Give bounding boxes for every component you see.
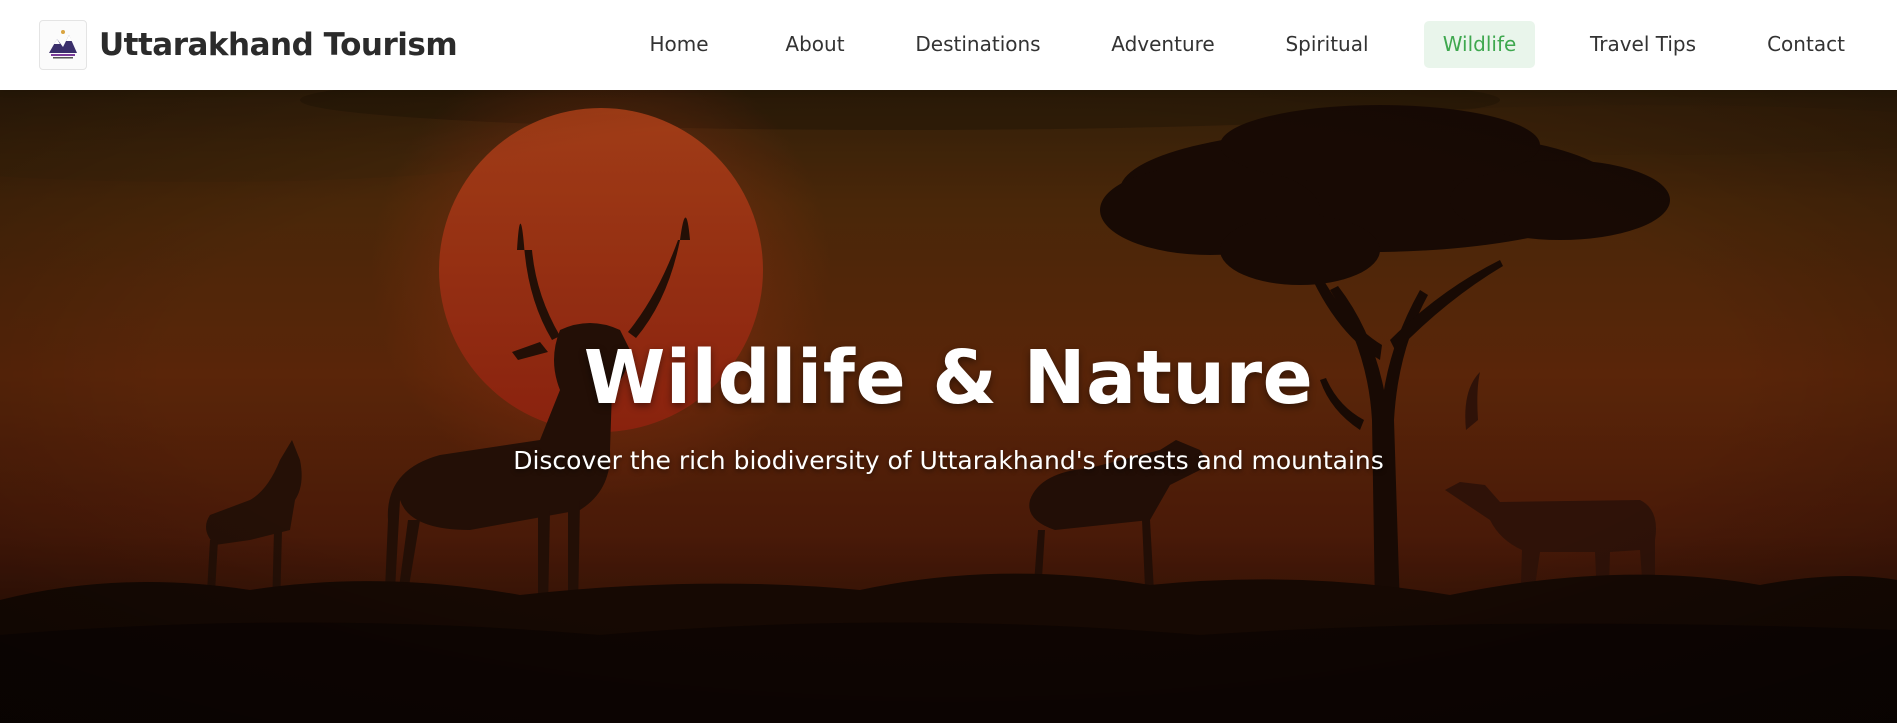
- brand-name: Uttarakhand Tourism: [99, 27, 458, 63]
- nav-destinations[interactable]: Destinations: [908, 21, 1048, 68]
- hero-subtitle: Discover the rich biodiversity of Uttara…: [513, 446, 1384, 475]
- hero-banner: Wildlife & Nature Discover the rich biod…: [0, 90, 1897, 723]
- nav-adventure[interactable]: Adventure: [1100, 21, 1226, 68]
- nav-home[interactable]: Home: [636, 21, 722, 68]
- brand[interactable]: Uttarakhand Tourism: [39, 20, 458, 70]
- nav-travel-tips[interactable]: Travel Tips: [1581, 21, 1705, 68]
- tourism-emblem-icon: [39, 20, 87, 70]
- nav-about[interactable]: About: [772, 21, 858, 68]
- top-navbar: Uttarakhand Tourism Home About Destinati…: [0, 0, 1897, 90]
- hero-title: Wildlife & Nature: [583, 335, 1314, 421]
- nav-contact[interactable]: Contact: [1758, 21, 1854, 68]
- nav-wildlife[interactable]: Wildlife: [1424, 21, 1535, 68]
- nav-spiritual[interactable]: Spiritual: [1277, 21, 1377, 68]
